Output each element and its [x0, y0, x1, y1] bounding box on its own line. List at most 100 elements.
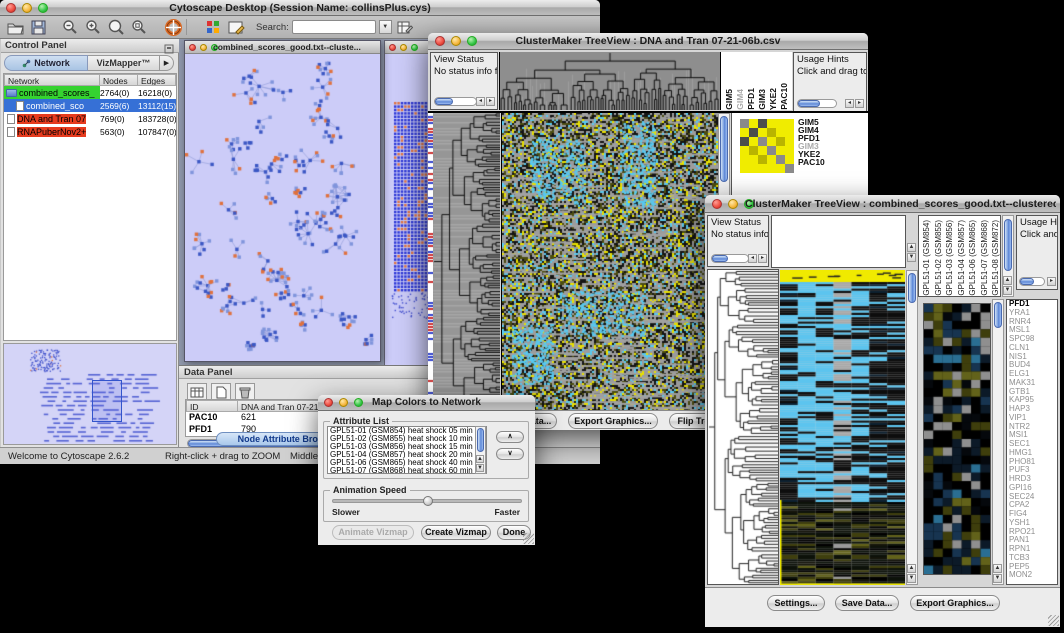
desktop: Cytoscape Desktop (Session Name: collins…: [0, 0, 1064, 633]
gene-dendrogram-canvas[interactable]: [708, 270, 778, 584]
matrix-cell: [785, 146, 794, 155]
save-data-button[interactable]: Save Data...: [835, 595, 899, 611]
column-label: GIM5: [724, 89, 735, 110]
document-icon: [7, 114, 15, 124]
help-lifering-icon[interactable]: [163, 18, 183, 37]
minimize-button[interactable]: [200, 44, 207, 51]
network-row[interactable]: combined_scores_ 2764(0) 16218(0): [4, 86, 176, 99]
col-header-id[interactable]: ID: [186, 400, 238, 412]
detail-matrix[interactable]: [740, 119, 794, 173]
tab-overflow-button[interactable]: ▶: [160, 55, 174, 71]
annotation-icon[interactable]: [226, 18, 246, 37]
zoom-vscrollbar[interactable]: ▲ ▼: [992, 299, 1004, 585]
scroll-up-button[interactable]: ▲: [1003, 276, 1012, 285]
network-row-selected[interactable]: combined_sco 2569(6) 13112(15): [4, 99, 176, 112]
scroll-down-button[interactable]: ▼: [993, 574, 1002, 583]
save-icon[interactable]: [28, 18, 48, 37]
scroll-right-button[interactable]: ▸: [855, 99, 864, 108]
heatmap-canvas[interactable]: [502, 113, 718, 410]
scroll-up-button[interactable]: ▲: [993, 564, 1002, 573]
usage-hints-hscrollbar[interactable]: [1019, 277, 1045, 286]
export-graphics-button[interactable]: Export Graphics...: [568, 413, 658, 429]
attribute-list-label: Attribute List: [330, 416, 392, 426]
network-overview-panel[interactable]: [3, 343, 177, 445]
zoom-fit-icon[interactable]: [129, 18, 149, 37]
zoom-out-icon[interactable]: [60, 18, 80, 37]
tab-network[interactable]: Network: [4, 55, 88, 71]
main-titlebar[interactable]: Cytoscape Desktop (Session Name: collins…: [0, 0, 600, 16]
scroll-left-button[interactable]: ◂: [748, 254, 757, 263]
scroll-left-button[interactable]: ◂: [845, 99, 854, 108]
table-edit-icon[interactable]: [395, 18, 415, 37]
vizmapper-icon[interactable]: [203, 18, 223, 37]
attribute-list-item[interactable]: GPL51-07 (GSM868) heat shock 60 min: [328, 467, 486, 474]
col-header-network[interactable]: Network: [4, 74, 100, 86]
search-dropdown-icon[interactable]: ▼: [379, 20, 392, 34]
scroll-right-button[interactable]: ▸: [758, 254, 767, 263]
close-button[interactable]: [189, 44, 196, 51]
column-labels-vscrollbar[interactable]: ▲ ▼: [1002, 215, 1014, 297]
gene-label[interactable]: MON2: [1007, 571, 1057, 580]
network-row[interactable]: RNAPuberNov2+ 563(0) 107847(0): [4, 125, 176, 138]
attribute-list: GPL51-01 (GSM854) heat shock 05 minGPL51…: [327, 426, 487, 474]
scroll-down-button[interactable]: ▼: [476, 464, 484, 472]
resize-grip[interactable]: [523, 533, 534, 544]
overview-viewport-rect[interactable]: [92, 380, 122, 422]
search-input[interactable]: [292, 20, 376, 34]
tab-vizmapper[interactable]: VizMapper™: [88, 55, 160, 71]
overview-canvas[interactable]: [4, 344, 176, 444]
slider-thumb[interactable]: [423, 496, 433, 506]
gene-label-list: PFD1YRA1RNR4MSL1SPC98CLN1NIS1BUD4ELG1MAK…: [1006, 299, 1058, 585]
column-label: GPL51-08 (GSM872): [990, 220, 1001, 296]
zoom-selected-icon[interactable]: [106, 18, 126, 37]
settings-button[interactable]: Settings...: [767, 595, 825, 611]
network-row[interactable]: DNA and Tran 07 769(0) 183728(0): [4, 112, 176, 125]
network-view-canvas[interactable]: [185, 54, 380, 361]
zoom-in-icon[interactable]: [83, 18, 103, 37]
view-status-hscrollbar[interactable]: [711, 254, 749, 263]
treeview-combined-titlebar[interactable]: ClusterMaker TreeView : combined_scores_…: [705, 195, 1060, 213]
minimize-button[interactable]: [728, 199, 738, 209]
scroll-down-button[interactable]: ▼: [907, 574, 916, 583]
scroll-right-button[interactable]: ▸: [486, 97, 495, 106]
open-file-icon[interactable]: [5, 18, 25, 37]
close-button[interactable]: [712, 199, 722, 209]
scroll-up-button[interactable]: ▲: [476, 455, 484, 463]
resize-grip[interactable]: [1048, 615, 1059, 626]
column-dendrogram-canvas[interactable]: [500, 52, 720, 110]
animation-speed-slider[interactable]: [332, 499, 522, 503]
scroll-up-button[interactable]: ▲: [907, 564, 916, 573]
animate-vizmap-button[interactable]: Animate Vizmap: [332, 525, 414, 540]
export-graphics-button[interactable]: Export Graphics...: [910, 595, 1000, 611]
scroll-right-button[interactable]: ▸: [1047, 277, 1056, 286]
create-vizmap-button[interactable]: Create Vizmap: [421, 525, 491, 540]
move-down-button[interactable]: ∨: [496, 448, 524, 460]
scroll-down-button[interactable]: ▼: [1003, 286, 1012, 295]
minimize-button[interactable]: [400, 44, 407, 51]
move-up-button[interactable]: ∧: [496, 431, 524, 443]
attribute-list-vscrollbar[interactable]: ▲ ▼: [475, 426, 486, 474]
data-panel-title: Data Panel: [184, 367, 233, 378]
scroll-down-button[interactable]: ▼: [907, 253, 916, 262]
scroll-up-button[interactable]: ▲: [907, 243, 916, 252]
heatmap-canvas[interactable]: [780, 270, 905, 585]
matrix-cell: [758, 155, 767, 164]
matrix-cell: [776, 137, 785, 146]
col-header-nodes[interactable]: Nodes: [100, 74, 138, 86]
zoom-button[interactable]: [411, 44, 418, 51]
treeview-dna-titlebar[interactable]: ClusterMaker TreeView : DNA and Tran 07-…: [428, 33, 868, 50]
attribute-list-group: Attribute List GPL51-01 (GSM854) heat sh…: [323, 421, 529, 479]
gene-dendrogram-canvas[interactable]: [433, 113, 500, 410]
usage-hints-hscrollbar[interactable]: [797, 99, 837, 108]
matrix-cell: [776, 164, 785, 173]
document-icon: [16, 101, 24, 111]
view-status-hscrollbar[interactable]: [434, 97, 477, 106]
dialog-titlebar[interactable]: Map Colors to Network: [318, 395, 535, 411]
network-frame-1[interactable]: combined_scores_good.txt--cluste...: [184, 40, 381, 362]
zoom-heatmap-canvas[interactable]: [924, 304, 990, 574]
scroll-left-button[interactable]: ◂: [476, 97, 485, 106]
detail-row-labels: GIM5GIM4PFD1GIM3YKE2PAC10: [798, 118, 825, 166]
close-button[interactable]: [389, 44, 396, 51]
heatmap-vscrollbar[interactable]: ▲ ▼: [906, 270, 918, 585]
col-header-edges[interactable]: Edges: [138, 74, 176, 86]
